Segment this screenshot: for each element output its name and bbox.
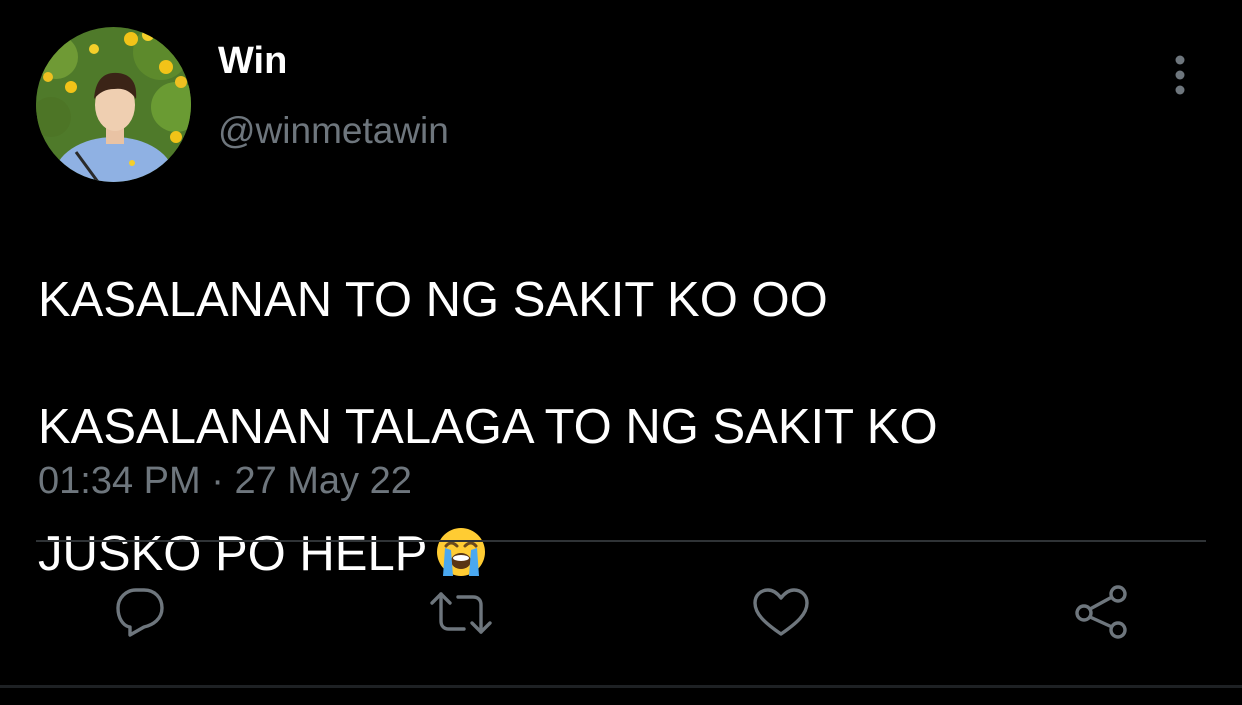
retweet-button[interactable] [428,583,492,643]
more-options-button[interactable] [1160,52,1200,98]
more-vertical-icon [1175,55,1185,95]
divider [36,540,1206,542]
meta-separator: · [211,460,224,502]
tweet-text-line: KASALANAN TO NG SAKIT KO OO [38,272,828,327]
share-icon [1075,585,1127,639]
user-handle[interactable]: @winmetawin [218,108,449,154]
tweet-text: KASALANAN TO NG SAKIT KO OO KASALANAN TA… [38,205,1208,650]
tweet-text-line: JUSKO PO HELP [38,526,428,581]
avatar[interactable] [36,27,191,182]
share-button[interactable] [1072,583,1132,643]
like-icon [753,588,809,636]
tweet-text-line-last: JUSKO PO HELP [38,523,1208,587]
tweet-time: 01:34 PM [38,460,201,502]
profile-photo [36,27,191,182]
display-name[interactable]: Win [218,38,287,84]
tweet-timestamp[interactable]: 01:34 PM · 27 May 22 [38,458,412,504]
like-button[interactable] [751,583,811,643]
tweet-date: 27 May 22 [234,460,412,502]
loudly-crying-face-icon [437,527,486,576]
reply-icon [116,588,164,637]
retweet-icon [430,592,492,634]
bottom-divider [0,685,1242,688]
reply-button[interactable] [110,583,170,643]
tweet-text-line: KASALANAN TALAGA TO NG SAKIT KO [38,399,938,454]
